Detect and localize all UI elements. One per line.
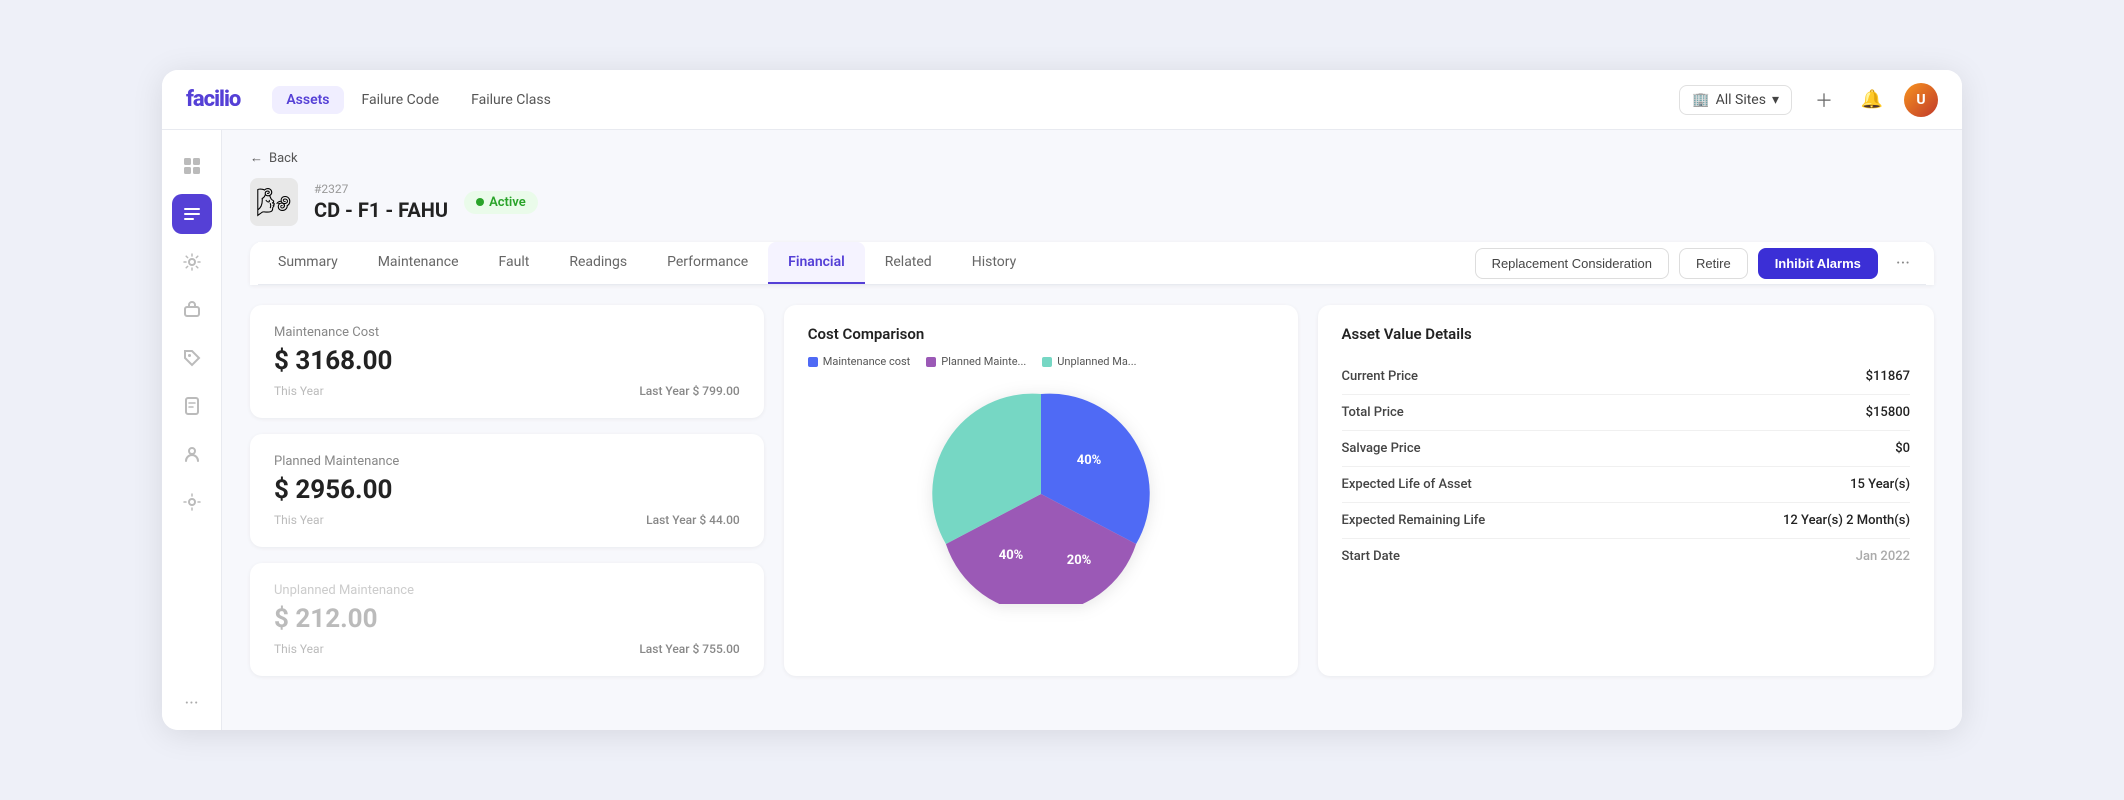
asset-header: 🌬 #2327 CD - F1 - FAHU Active xyxy=(250,178,1934,226)
app-logo: facilio xyxy=(186,87,240,112)
inhibit-alarms-button[interactable]: Inhibit Alarms xyxy=(1758,248,1878,279)
legend-dot-unplanned xyxy=(1042,357,1052,367)
replacement-consideration-button[interactable]: Replacement Consideration xyxy=(1475,248,1669,279)
detail-row-expected-life: Expected Life of Asset 15 Year(s) xyxy=(1342,467,1911,503)
tab-history[interactable]: History xyxy=(952,242,1037,284)
unplanned-cost-label: Unplanned Maintenance xyxy=(274,583,740,598)
detail-row-current-price: Current Price $11867 xyxy=(1342,359,1911,395)
app-window: facilio Assets Failure Code Failure Clas… xyxy=(162,70,1962,730)
sidebar-item-user[interactable] xyxy=(172,434,212,474)
legend-maintenance-cost: Maintenance cost xyxy=(808,355,911,368)
maintenance-cost-label: Maintenance Cost xyxy=(274,325,740,340)
content-area: ← Back 🌬 #2327 CD - F1 - FAHU Active xyxy=(222,130,1962,730)
buildings-icon: 🏢 xyxy=(1692,92,1709,108)
chart-title: Cost Comparison xyxy=(808,325,1274,343)
legend-unplanned: Unplanned Ma... xyxy=(1042,355,1136,368)
tab-maintenance[interactable]: Maintenance xyxy=(358,242,479,284)
sidebar-item-assets[interactable] xyxy=(172,194,212,234)
legend-dot-planned xyxy=(926,357,936,367)
detail-row-remaining-life: Expected Remaining Life 12 Year(s) 2 Mon… xyxy=(1342,503,1911,539)
top-nav-right: 🏢 All Sites ▾ ＋ 🔔 U xyxy=(1679,83,1938,117)
unplanned-cost-footer: This Year Last Year $ 755.00 xyxy=(274,642,740,656)
asset-info: #2327 CD - F1 - FAHU xyxy=(314,182,448,222)
tabs-bar: Summary Maintenance Fault Readings Perfo… xyxy=(258,242,1926,285)
asset-details-title: Asset Value Details xyxy=(1342,325,1911,343)
unplanned-cost-value: $ 212.00 xyxy=(274,604,740,634)
legend-planned: Planned Mainte... xyxy=(926,355,1026,368)
nav-failure-class[interactable]: Failure Class xyxy=(457,86,565,114)
asset-id: #2327 xyxy=(314,182,448,196)
cost-comparison-chart: Cost Comparison Maintenance cost Planned… xyxy=(784,305,1298,676)
asset-value-details-card: Asset Value Details Current Price $11867… xyxy=(1318,305,1935,676)
tabs-actions: Replacement Consideration Retire Inhibit… xyxy=(1475,247,1926,280)
sidebar: ··· xyxy=(162,130,222,730)
back-button[interactable]: ← Back xyxy=(250,150,1934,166)
notification-bell-icon[interactable]: 🔔 xyxy=(1856,84,1888,116)
unplanned-cost-last-year: Last Year $ 755.00 xyxy=(639,642,739,656)
asset-details-rows: Current Price $11867 Total Price $15800 … xyxy=(1342,359,1911,574)
legend-dot-maintenance xyxy=(808,357,818,367)
more-options-icon[interactable]: ··· xyxy=(1888,247,1918,280)
tab-fault[interactable]: Fault xyxy=(479,242,550,284)
chart-legend: Maintenance cost Planned Mainte... Unpla… xyxy=(808,355,1274,368)
nav-assets[interactable]: Assets xyxy=(272,86,343,114)
avatar[interactable]: U xyxy=(1904,83,1938,117)
pie-label-2: 40% xyxy=(998,548,1023,563)
planned-cost-footer: This Year Last Year $ 44.00 xyxy=(274,513,740,527)
maintenance-cost-footer: This Year Last Year $ 799.00 xyxy=(274,384,740,398)
add-button[interactable]: ＋ xyxy=(1808,84,1840,116)
pie-chart-svg: 40% 40% 20% xyxy=(931,384,1151,604)
tab-financial[interactable]: Financial xyxy=(768,242,865,284)
tab-summary[interactable]: Summary xyxy=(258,242,358,284)
all-sites-dropdown[interactable]: 🏢 All Sites ▾ xyxy=(1679,85,1792,115)
chevron-down-icon: ▾ xyxy=(1772,92,1779,108)
nav-failure-code[interactable]: Failure Code xyxy=(348,86,454,114)
asset-name: CD - F1 - FAHU xyxy=(314,198,448,222)
maintenance-cost-card: Maintenance Cost $ 3168.00 This Year Las… xyxy=(250,305,764,418)
detail-row-total-price: Total Price $15800 xyxy=(1342,395,1911,431)
top-nav: facilio Assets Failure Code Failure Clas… xyxy=(162,70,1962,130)
content-grid: Maintenance Cost $ 3168.00 This Year Las… xyxy=(250,285,1934,676)
pie-chart-container: 40% 40% 20% xyxy=(808,384,1274,604)
pie-label-1: 40% xyxy=(1076,453,1101,468)
sidebar-item-tag[interactable] xyxy=(172,338,212,378)
sidebar-item-report[interactable] xyxy=(172,386,212,426)
pie-label-3: 20% xyxy=(1066,553,1091,568)
status-badge: Active xyxy=(464,191,538,214)
sidebar-item-grid[interactable] xyxy=(172,146,212,186)
planned-cost-value: $ 2956.00 xyxy=(274,475,740,505)
nav-items: Assets Failure Code Failure Class xyxy=(272,86,565,114)
planned-maintenance-card: Planned Maintenance $ 2956.00 This Year … xyxy=(250,434,764,547)
maintenance-cost-value: $ 3168.00 xyxy=(274,346,740,376)
sidebar-more[interactable]: ··· xyxy=(184,693,198,714)
detail-row-salvage-price: Salvage Price $0 xyxy=(1342,431,1911,467)
tab-performance[interactable]: Performance xyxy=(647,242,768,284)
sidebar-item-settings[interactable] xyxy=(172,242,212,282)
status-dot xyxy=(476,198,484,206)
retire-button[interactable]: Retire xyxy=(1679,248,1748,279)
planned-cost-last-year: Last Year $ 44.00 xyxy=(646,513,740,527)
unplanned-maintenance-card: Unplanned Maintenance $ 212.00 This Year… xyxy=(250,563,764,676)
maintenance-cost-last-year: Last Year $ 799.00 xyxy=(639,384,739,398)
cost-section: Maintenance Cost $ 3168.00 This Year Las… xyxy=(250,305,764,676)
sidebar-item-cog[interactable] xyxy=(172,482,212,522)
asset-thumbnail: 🌬 xyxy=(250,178,298,226)
tabs-container: Summary Maintenance Fault Readings Perfo… xyxy=(250,242,1934,285)
main-layout: ··· ← Back 🌬 #2327 CD - F1 - FAHU xyxy=(162,130,1962,730)
tab-related[interactable]: Related xyxy=(865,242,952,284)
arrow-left-icon: ← xyxy=(250,150,263,166)
planned-cost-label: Planned Maintenance xyxy=(274,454,740,469)
sidebar-item-tools[interactable] xyxy=(172,290,212,330)
detail-row-start-date: Start Date Jan 2022 xyxy=(1342,539,1911,574)
tab-readings[interactable]: Readings xyxy=(549,242,647,284)
